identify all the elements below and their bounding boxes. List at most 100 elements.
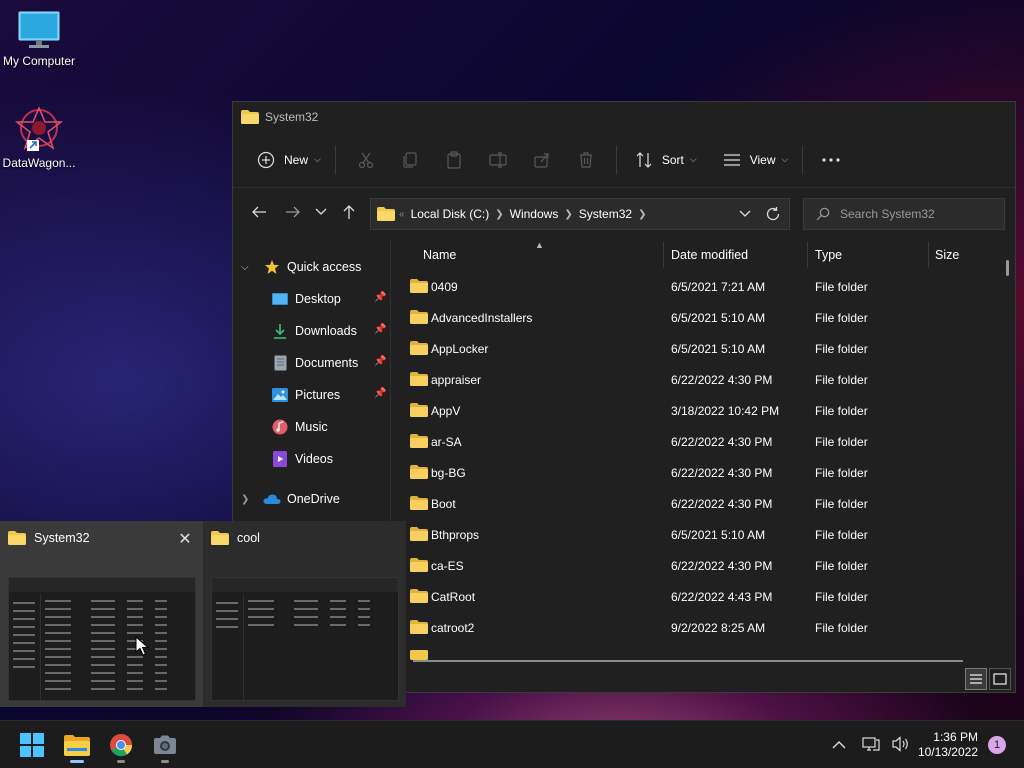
view-button[interactable]: View ⌵ [717,144,795,176]
preview-line [155,688,167,690]
rename-button[interactable] [483,145,513,175]
table-row[interactable]: 0409 6/5/2021 7:21 AM File folder [391,272,991,303]
nav-item-videos[interactable]: Videos [271,446,333,472]
show-hidden-icons-chevron-icon[interactable] [832,738,846,752]
file-date: 6/22/2022 4:30 PM [671,559,773,573]
column-header-type[interactable]: Type [815,248,842,262]
notification-badge[interactable]: 1 [988,736,1006,754]
refresh-icon[interactable] [765,206,781,222]
back-button[interactable] [243,196,275,228]
chevron-down-icon: ⌵ [689,154,697,164]
table-row[interactable]: AppV 3/18/2022 10:42 PM File folder [391,396,991,427]
column-header-date[interactable]: Date modified [671,248,748,262]
taskbar-file-explorer[interactable] [59,729,95,763]
table-row[interactable]: Bthprops 6/5/2021 5:10 AM File folder [391,520,991,551]
paste-button[interactable] [439,145,469,175]
pin-icon[interactable]: 📌 [374,292,386,303]
preview-line [45,616,71,618]
nav-item-pictures[interactable]: Pictures [271,382,340,408]
table-row[interactable]: AppLocker 6/5/2021 5:10 AM File folder [391,334,991,365]
nav-item-desktop[interactable]: Desktop [271,286,341,312]
nav-quick-access[interactable]: ⌵ Quick access [241,254,361,280]
nav-item-music[interactable]: Music [271,414,328,440]
cut-button[interactable] [351,145,381,175]
nav-onedrive[interactable]: ❯ OneDrive [241,486,340,512]
chevron-right-icon[interactable]: ❯ [495,209,503,220]
toolbar-divider [802,145,804,174]
table-row[interactable]: ar-SA 6/22/2022 4:30 PM File folder [391,427,991,458]
table-row[interactable]: bg-BG 6/22/2022 4:30 PM File folder [391,458,991,489]
nav-item-downloads[interactable]: Downloads [271,318,357,344]
table-row[interactable]: CatRoot 6/22/2022 4:43 PM File folder [391,582,991,613]
desktop-icon-datawagon[interactable]: DataWagon... [0,106,81,170]
details-view-button[interactable] [965,668,987,690]
more-options-button[interactable] [815,144,847,176]
breadcrumb-windows[interactable]: Windows [510,207,559,221]
preview-line [248,616,274,618]
table-row[interactable]: ca-ES 6/22/2022 4:30 PM File folder [391,551,991,582]
taskbar-chrome[interactable] [103,729,139,763]
horizontal-scrollbar[interactable] [413,660,963,662]
forward-button[interactable] [277,196,309,228]
thumbnail-cool[interactable]: cool [203,521,406,707]
column-divider[interactable] [928,242,929,268]
sort-button[interactable]: Sort ⌵ [629,144,703,176]
preview-line [155,672,167,674]
nav-item-label: Videos [295,452,333,466]
chevron-right-icon[interactable]: ❯ [241,494,255,505]
clock-date: 10/13/2022 [917,745,978,759]
address-history-chevron-icon[interactable] [739,210,751,218]
breadcrumb-system32[interactable]: System32 [579,207,632,221]
up-button[interactable] [333,196,365,228]
search-box[interactable]: Search System32 [803,198,1005,230]
document-icon [271,355,289,371]
taskbar-camera[interactable] [147,729,183,763]
chevron-right-icon[interactable]: ❯ [638,209,646,220]
column-divider[interactable] [807,242,808,268]
address-bar[interactable]: « Local Disk (C:) ❯ Windows ❯ System32 ❯ [370,198,790,230]
preview-line [127,656,143,658]
table-row[interactable]: Boot 6/22/2022 4:30 PM File folder [391,489,991,520]
running-indicator [70,760,84,763]
copy-button[interactable] [395,145,425,175]
chevron-down-icon: ⌵ [781,154,789,164]
pin-icon[interactable]: 📌 [374,356,386,367]
column-header-name[interactable]: Name [423,248,456,262]
table-row[interactable]: appraiser 6/22/2022 4:30 PM File folder [391,365,991,396]
share-button[interactable] [527,145,557,175]
preview-line [330,608,346,610]
column-header-size[interactable]: Size [935,248,959,262]
table-row[interactable]: AdvancedInstallers 6/5/2021 5:10 AM File f… [391,303,991,334]
nav-item-label: Pictures [295,388,341,402]
breadcrumb-overflow-icon[interactable]: « [399,209,405,220]
pin-icon[interactable]: 📌 [374,324,386,335]
desktop-icon-my-computer[interactable]: My Computer [0,10,81,68]
start-button[interactable] [14,729,50,761]
close-icon[interactable]: ✕ [175,529,195,549]
running-indicator [161,760,169,763]
new-button-label: New [284,152,309,167]
network-icon[interactable] [862,736,880,755]
arrow-right-icon [286,206,300,218]
preview-line [248,600,274,602]
column-divider[interactable] [663,242,664,268]
table-row[interactable]: catroot2 9/2/2022 8:25 AM File folder [391,613,991,644]
preview-line [13,650,35,652]
vertical-scrollbar[interactable] [1006,260,1009,276]
nav-item-documents[interactable]: Documents [271,350,358,376]
clock[interactable]: 1:36 PM 10/13/2022 [918,730,978,760]
preview-line [155,624,167,626]
volume-icon[interactable] [892,735,910,755]
breadcrumb-local-disk[interactable]: Local Disk (C:) [411,207,490,221]
chevron-right-icon[interactable]: ❯ [564,209,572,220]
pin-icon[interactable]: 📌 [374,388,386,399]
window-preview [211,577,399,701]
preview-line [91,624,115,626]
recent-locations-button[interactable] [309,196,333,228]
chevron-down-icon[interactable]: ⌵ [241,262,255,273]
title-bar[interactable]: System32 [233,102,1015,132]
tiles-view-button[interactable] [989,668,1011,690]
thumbnail-system32[interactable]: System32 ✕ [0,521,203,707]
delete-button[interactable] [571,145,601,175]
new-button[interactable]: New ⌵ [251,144,327,176]
